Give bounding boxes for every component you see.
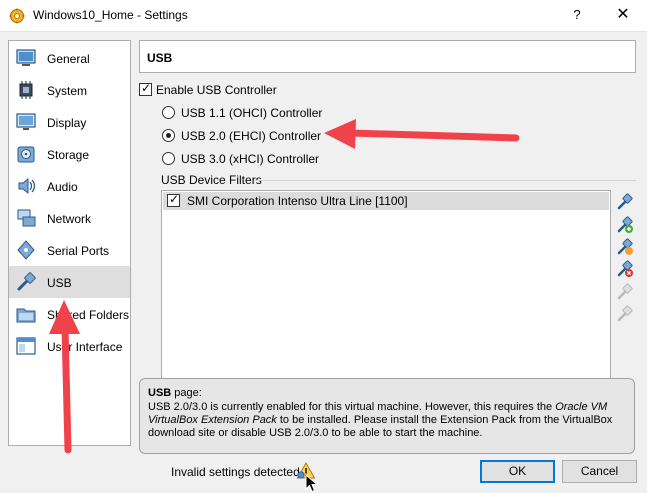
usb-3-0-label[interactable]: USB 3.0 (xHCI) Controller — [181, 152, 319, 166]
sidebar-item-user-interface[interactable]: User Interface — [9, 330, 130, 362]
sidebar-item-serial-ports[interactable]: Serial Ports — [9, 234, 130, 266]
filter-name: SMI Corporation Intenso Ultra Line [1100… — [187, 194, 408, 208]
enable-usb-controller-checkbox[interactable]: ✓ — [139, 81, 152, 96]
ok-button[interactable]: OK — [480, 460, 555, 483]
mouse-cursor-icon — [305, 474, 319, 493]
help-button[interactable]: ? — [562, 2, 592, 28]
sidebar-item-general[interactable]: General — [9, 42, 130, 74]
page-header: USB — [139, 40, 636, 73]
sidebar-item-label: Shared Folders — [47, 308, 130, 322]
usb-icon — [17, 272, 36, 291]
network-icon — [17, 209, 36, 227]
sidebar-item-label: System — [47, 84, 88, 98]
sidebar-item-usb[interactable]: USB — [9, 266, 130, 298]
check-mark-icon: ✓ — [141, 81, 152, 95]
sidebar-item-label: Serial Ports — [47, 244, 110, 258]
cancel-button[interactable]: Cancel — [562, 460, 637, 483]
move-filter-down-icon[interactable] — [616, 305, 634, 323]
display-icon — [16, 113, 36, 130]
check-mark-icon: ✓ — [169, 192, 180, 206]
sidebar-item-label: Storage — [47, 148, 90, 162]
sidebar-item-label: User Interface — [47, 340, 123, 354]
list-item[interactable]: ✓ SMI Corporation Intenso Ultra Line [11… — [163, 192, 609, 210]
audio-icon — [18, 177, 36, 195]
sidebar-item-label: Network — [47, 212, 92, 226]
remove-filter-icon[interactable] — [616, 260, 634, 278]
storage-icon — [17, 146, 35, 163]
sidebar-item-shared-folders[interactable]: Shared Folders — [9, 298, 130, 330]
shared-folders-icon — [16, 308, 36, 323]
serial-ports-icon — [17, 240, 35, 260]
group-divider — [255, 180, 636, 181]
usb-device-filters-title: USB Device Filters — [161, 173, 262, 187]
sidebar-item-network[interactable]: Network — [9, 202, 130, 234]
window-title: Windows10_Home - Settings — [33, 8, 188, 22]
sidebar-item-display[interactable]: Display — [9, 106, 130, 138]
enable-usb-controller-label[interactable]: Enable USB Controller — [156, 83, 277, 97]
sidebar-item-label: Display — [47, 116, 87, 130]
general-icon — [16, 49, 36, 66]
info-title: USB page: — [148, 387, 202, 399]
sidebar-item-label: General — [47, 52, 90, 66]
sidebar-item-label: Audio — [47, 180, 78, 194]
move-filter-up-icon[interactable] — [616, 283, 634, 301]
usb-1-1-radio[interactable] — [162, 106, 175, 119]
edit-filter-icon[interactable] — [616, 238, 634, 256]
page-title: USB — [147, 51, 173, 65]
annotation-arrow-right — [324, 119, 520, 149]
usb-3-0-radio[interactable] — [162, 152, 175, 165]
sidebar-item-audio[interactable]: Audio — [9, 170, 130, 202]
virtualbox-gear-icon — [9, 8, 25, 24]
user-interface-icon — [16, 337, 36, 355]
sidebar-item-storage[interactable]: Storage — [9, 138, 130, 170]
title-bar: Windows10_Home - Settings ? ✕ — [0, 0, 647, 32]
usb-2-0-radio[interactable] — [162, 129, 175, 142]
sidebar-item-label: USB — [47, 276, 72, 290]
usb-filter-list[interactable]: ✓ SMI Corporation Intenso Ultra Line [11… — [161, 190, 611, 390]
add-filter-from-device-icon[interactable] — [616, 216, 634, 234]
info-message: USB 2.0/3.0 is currently enabled for thi… — [148, 401, 613, 439]
usb-1-1-label[interactable]: USB 1.1 (OHCI) Controller — [181, 106, 322, 120]
warning-info-balloon: USB page: USB 2.0/3.0 is currently enabl… — [139, 378, 635, 454]
close-button[interactable]: ✕ — [608, 2, 638, 28]
usb-2-0-label[interactable]: USB 2.0 (EHCI) Controller — [181, 129, 321, 143]
settings-category-list: General System Display Storage Audio Net… — [8, 40, 131, 446]
sidebar-item-system[interactable]: System — [9, 74, 130, 106]
filter-enabled-checkbox[interactable]: ✓ — [167, 192, 180, 207]
add-empty-filter-icon[interactable] — [616, 193, 634, 211]
system-icon — [19, 81, 33, 99]
invalid-settings-text: Invalid settings detected — [171, 465, 300, 479]
